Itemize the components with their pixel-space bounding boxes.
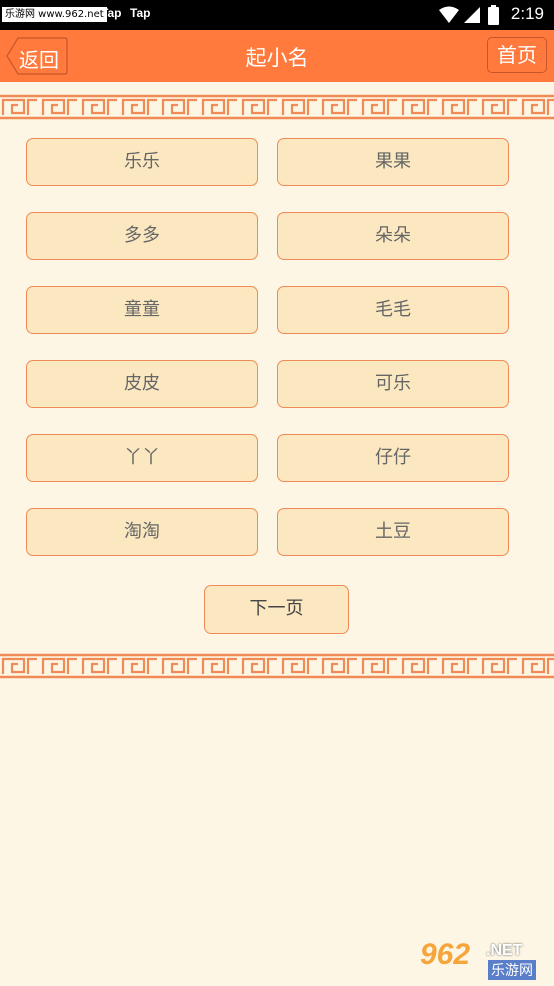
name-button[interactable]: 仔仔	[277, 434, 509, 482]
decorative-border-top	[0, 94, 554, 120]
battery-icon	[488, 5, 499, 25]
clock: 2:19	[510, 4, 544, 23]
name-button[interactable]: 乐乐	[26, 138, 258, 186]
name-button[interactable]: 淘淘	[26, 508, 258, 556]
notification-app-2: Tap	[130, 6, 151, 20]
name-button[interactable]: 丫丫	[26, 434, 258, 482]
notification-app-1: Tap	[101, 6, 122, 20]
name-button[interactable]: 多多	[26, 212, 258, 260]
watermark-suffix: .NET	[486, 942, 523, 959]
name-button[interactable]: 朵朵	[277, 212, 509, 260]
page-title: 起小名	[245, 46, 309, 70]
site-watermark: 962 .NET 乐游网	[416, 938, 548, 980]
wifi-icon	[439, 6, 459, 23]
signal-icon	[464, 7, 480, 23]
status-bar: 乐游网 www.962.net Tap Tap 2:19	[0, 0, 554, 30]
watermark-site: 乐游网	[488, 960, 536, 980]
name-button[interactable]: 可乐	[277, 360, 509, 408]
home-button[interactable]: 首页	[487, 37, 547, 73]
status-watermark: 乐游网 www.962.net	[2, 7, 107, 22]
name-button[interactable]: 果果	[277, 138, 509, 186]
decorative-border-bottom	[0, 653, 554, 679]
title-bar: 返回 起小名 首页	[0, 30, 554, 82]
name-button[interactable]: 童童	[26, 286, 258, 334]
name-button[interactable]: 毛毛	[277, 286, 509, 334]
name-button[interactable]: 皮皮	[26, 360, 258, 408]
watermark-number: 962	[420, 938, 471, 971]
name-button[interactable]: 土豆	[277, 508, 509, 556]
next-page-button[interactable]: 下一页	[204, 585, 349, 634]
